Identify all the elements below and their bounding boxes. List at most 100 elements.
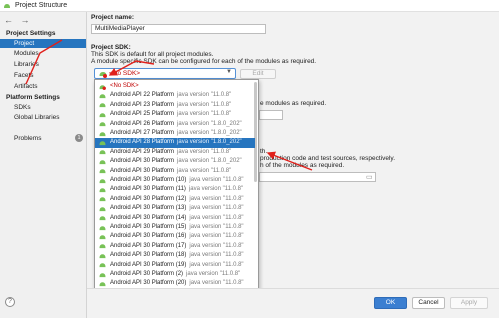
sdk-option-name: Android API 22 Platform — [110, 92, 175, 99]
sdk-option[interactable]: Android API 23 Platform java version "11.… — [95, 101, 255, 110]
sdk-option-java-version: java version "11.0.8" — [189, 177, 244, 183]
sdk-option-name: Android API 30 Platform (19) — [110, 261, 187, 268]
forward-arrow-icon[interactable]: → — [21, 15, 30, 25]
folder-icon[interactable]: ▭ — [366, 173, 373, 181]
platform-settings-heading: Platform Settings — [6, 94, 60, 101]
android-icon — [99, 235, 106, 240]
android-icon — [99, 244, 106, 249]
android-icon — [99, 94, 106, 99]
sdk-option-java-version: java version "11.0.8" — [189, 252, 244, 259]
android-icon — [99, 206, 106, 211]
sdk-option[interactable]: Android API 29 Platform java version "11.… — [95, 148, 255, 157]
no-sdk-icon — [99, 72, 107, 78]
sdk-option[interactable]: Android API 30 Platform java version "11.… — [95, 167, 255, 176]
sidebar-item-project[interactable]: Project — [0, 39, 86, 48]
android-icon — [99, 131, 106, 136]
sidebar-item-sdks[interactable]: SDKs — [0, 103, 86, 112]
sdk-option[interactable]: Android API 30 Platform (2) java version … — [95, 270, 255, 279]
sdk-option-java-version: java version "11.0.8" — [188, 186, 244, 193]
android-icon — [99, 188, 106, 193]
sdk-option-java-version: java version "1.8.0_202" — [177, 139, 242, 146]
sdk-option[interactable]: Android API 25 Platform java version "11.… — [95, 110, 255, 119]
sdk-option[interactable]: Android API 30 Platform (16) java version… — [95, 232, 255, 241]
sidebar: ← → Project Settings Project Modules Lib… — [0, 12, 87, 318]
android-icon — [99, 112, 106, 117]
sdk-option[interactable]: Android API 30 Platform (13) java version… — [95, 204, 255, 213]
chevron-down-icon: ▼ — [226, 69, 232, 75]
project-name-input[interactable]: MultiMediaPlayer — [91, 24, 266, 34]
sdk-option-java-version: java version "11.0.8" — [189, 261, 244, 268]
sdk-combobox-value: <No SDK> — [109, 70, 141, 77]
sdk-option[interactable]: Android API 30 Platform (17) java version… — [95, 242, 255, 251]
sdk-option[interactable]: Android API 30 Platform (11) java version… — [95, 185, 255, 194]
sdk-option[interactable]: Android API 22 Platform java version "11.… — [95, 91, 255, 100]
android-icon — [99, 197, 106, 202]
compiler-output-desc-fragment-2: production code and test sources, respec… — [260, 155, 396, 162]
project-settings-heading: Project Settings — [6, 30, 56, 37]
android-icon — [99, 141, 106, 146]
sdk-option-name: Android API 30 Platform (12) — [110, 195, 187, 202]
sdk-option-no-sdk[interactable]: <No SDK> — [95, 82, 255, 91]
sdk-option-name: Android API 30 Platform — [110, 167, 175, 174]
sdk-option-java-version: java version "11.0.8" — [189, 205, 244, 212]
sdk-option-java-version: java version "11.0.8" — [177, 101, 232, 108]
android-icon — [99, 178, 106, 183]
sdk-option[interactable]: Android API 30 Platform (19) java version… — [95, 261, 255, 270]
sdk-option-java-version: java version "1.8.0_202" — [177, 130, 242, 136]
sidebar-item-problems[interactable]: Problems 1 — [0, 134, 86, 143]
sdk-option-name: Android API 30 Platform (16) — [110, 233, 187, 240]
sdk-option-java-version: java version "11.0.8" — [189, 242, 244, 249]
back-arrow-icon[interactable]: ← — [4, 15, 13, 25]
sdk-option-name: Android API 30 Platform (14) — [110, 214, 187, 221]
sdk-option-java-version: java version "11.0.8" — [189, 224, 244, 230]
sdk-description-1: This SDK is default for all project modu… — [91, 51, 214, 58]
cancel-button[interactable]: Cancel — [412, 297, 445, 309]
no-sdk-icon — [99, 84, 106, 90]
compiler-output-desc-fragment-1: th. — [260, 148, 268, 155]
android-icon — [99, 150, 106, 155]
android-icon — [99, 103, 106, 108]
help-icon[interactable]: ? — [5, 297, 15, 307]
compiler-output-input-fragment[interactable] — [259, 172, 376, 182]
nav-arrows: ← → — [4, 15, 35, 25]
sidebar-item-facets[interactable]: Facets — [0, 71, 86, 80]
android-icon — [99, 263, 106, 268]
sdk-dropdown-list[interactable]: <No SDK> Android API 22 Platform java vers… — [94, 79, 259, 315]
sdk-option-java-version: java version "1.8.0_202" — [177, 158, 242, 165]
sdk-option-name: Android API 30 Platform (10) — [110, 177, 187, 183]
sdk-option-java-version: java version "1.8.0_202" — [177, 120, 242, 127]
sidebar-item-artifacts[interactable]: Artifacts — [0, 82, 86, 91]
sdk-option[interactable]: Android API 30 Platform java version "1.8… — [95, 157, 255, 166]
sdk-option[interactable]: Android API 30 Platform (18) java version… — [95, 251, 255, 260]
sdk-option-name: Android API 30 Platform (17) — [110, 242, 187, 249]
sdk-option[interactable]: Android API 30 Platform (14) java version… — [95, 214, 255, 223]
sidebar-item-global-libraries[interactable]: Global Libraries — [0, 113, 86, 122]
sdk-option-java-version: java version "11.0.8" — [177, 92, 232, 99]
sidebar-item-libraries[interactable]: Libraries — [0, 60, 86, 69]
sdk-option[interactable]: Android API 26 Platform java version "1.8… — [95, 120, 255, 129]
android-icon — [99, 253, 106, 258]
language-level-combobox-fragment[interactable] — [259, 110, 283, 120]
title-bar: Project Structure — [0, 0, 499, 12]
sdk-option-name: Android API 27 Platform — [110, 130, 175, 136]
language-level-desc-fragment: e modules as required. — [260, 100, 327, 107]
sdk-option-name: Android API 29 Platform — [110, 148, 175, 155]
apply-button[interactable]: Apply — [450, 297, 488, 309]
sdk-option[interactable]: Android API 30 Platform (12) java version… — [95, 195, 255, 204]
sdk-option[interactable]: Android API 28 Platform java version "1.8… — [95, 138, 255, 148]
sdk-option-name: Android API 30 Platform (13) — [110, 205, 187, 212]
sdk-option[interactable]: Android API 27 Platform java version "1.8… — [95, 129, 255, 138]
sdk-option[interactable]: Android API 30 Platform (10) java version… — [95, 176, 255, 185]
ok-button[interactable]: OK — [374, 297, 407, 309]
edit-sdk-button[interactable]: Edit — [240, 69, 276, 79]
sdk-option-name: Android API 30 Platform (15) — [110, 224, 187, 230]
project-sdk-combobox[interactable]: <No SDK> ▼ — [94, 68, 236, 79]
sdk-option[interactable]: Android API 30 Platform (15) java version… — [95, 223, 255, 232]
sdk-option-java-version: java version "11.0.8" — [189, 233, 244, 240]
sidebar-item-modules[interactable]: Modules — [0, 49, 86, 58]
android-icon — [99, 225, 106, 230]
sdk-option-java-version: java version "11.0.8" — [189, 195, 244, 202]
compiler-output-desc-fragment-3: h of the modules as required. — [260, 162, 345, 169]
sdk-option-java-version: java version "11.0.8" — [186, 271, 241, 277]
project-sdk-label: Project SDK: — [91, 44, 131, 51]
